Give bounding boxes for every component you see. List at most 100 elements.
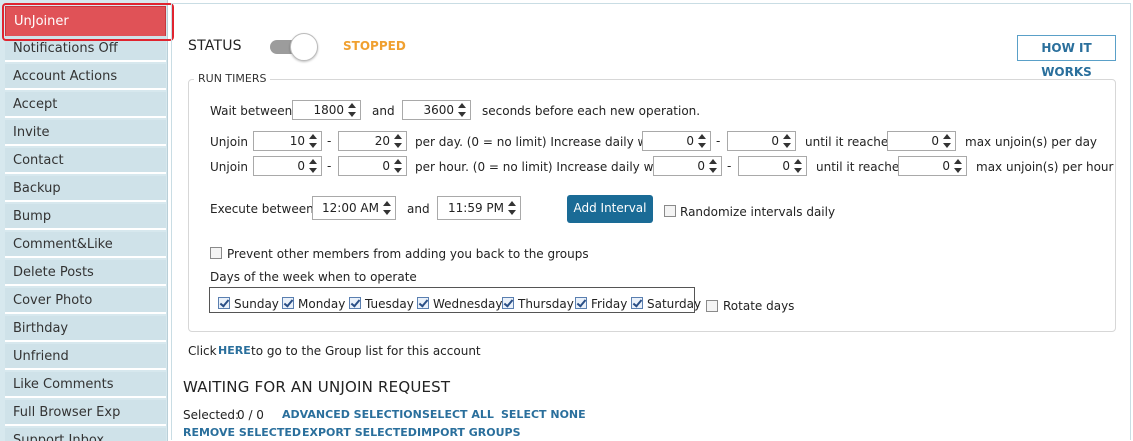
day-checkbox-monday[interactable] xyxy=(282,297,294,309)
sidebar-item-contact[interactable]: Contact xyxy=(5,148,166,174)
sidebar-item-unfriend[interactable]: Unfriend xyxy=(5,344,166,370)
how-it-works-button[interactable]: HOW IT WORKS xyxy=(1017,35,1116,79)
day-inc-min-value: 0 xyxy=(686,134,694,148)
day-suffix-label: max unjoin(s) per day xyxy=(965,135,1098,149)
sidebar-item-support-inbox[interactable]: Support Inbox xyxy=(5,428,166,441)
execute-and-label: and xyxy=(407,202,430,216)
stepper-arrows-icon[interactable] xyxy=(709,159,718,173)
stepper-arrows-icon[interactable] xyxy=(348,103,357,117)
day-until-label: until it reaches xyxy=(805,135,895,149)
day-label-thursday: Thursday xyxy=(518,297,574,311)
hour-min-stepper[interactable]: 0 xyxy=(253,156,322,176)
sidebar-item-account-actions[interactable]: Account Actions xyxy=(5,64,166,90)
group-link-suffix: to go to the Group list for this account xyxy=(251,344,481,358)
day-checkbox-sunday[interactable] xyxy=(218,297,230,309)
stepper-arrows-icon[interactable] xyxy=(943,134,952,148)
day-checkbox-wednesday[interactable] xyxy=(417,297,429,309)
sidebar-item-backup[interactable]: Backup xyxy=(5,176,166,202)
remove-selected-link[interactable]: REMOVE SELECTED xyxy=(183,426,301,439)
day-min-value: 10 xyxy=(289,134,305,148)
day-label-tuesday: Tuesday xyxy=(365,297,414,311)
sidebar-item-label: Unfriend xyxy=(13,349,69,364)
day-increase-label: per day. (0 = no limit) Increase daily w… xyxy=(415,135,664,149)
wait-suffix-label: seconds before each new operation. xyxy=(482,104,701,118)
hour-inc-max-stepper[interactable]: 0 xyxy=(738,156,807,176)
day-limit-stepper[interactable]: 0 xyxy=(887,131,956,151)
hour-min-value: 0 xyxy=(297,159,305,173)
stepper-arrows-icon[interactable] xyxy=(394,159,403,173)
sidebar-item-label: Full Browser Exp xyxy=(13,405,121,420)
stepper-arrows-icon[interactable] xyxy=(794,159,803,173)
sidebar-item-like-comments[interactable]: Like Comments xyxy=(5,372,166,398)
day-checkbox-thursday[interactable] xyxy=(502,297,514,309)
wait-max-stepper[interactable]: 3600 xyxy=(402,100,471,120)
import-groups-link[interactable]: IMPORT GROUPS xyxy=(417,426,521,439)
day-checkbox-tuesday[interactable] xyxy=(349,297,361,309)
stepper-arrows-icon[interactable] xyxy=(309,134,318,148)
select-none-link[interactable]: SELECT NONE xyxy=(501,408,586,421)
execute-end-time[interactable]: 11:59 PM xyxy=(437,196,521,220)
sidebar-item-accept[interactable]: Accept xyxy=(5,92,166,118)
hour-inc-min-value: 0 xyxy=(697,159,705,173)
prevent-readd-checkbox[interactable] xyxy=(210,247,222,259)
export-selected-link[interactable]: EXPORT SELECTED xyxy=(302,426,417,439)
days-label: Days of the week when to operate xyxy=(210,270,417,284)
stepper-arrows-icon[interactable] xyxy=(954,159,963,173)
hour-limit-value: 0 xyxy=(942,159,950,173)
advanced-selection-link[interactable]: ADVANCED SELECTION xyxy=(282,408,422,421)
day-checkbox-saturday[interactable] xyxy=(631,297,643,309)
execute-start-time[interactable]: 12:00 AM xyxy=(312,196,396,220)
status-label: STATUS xyxy=(188,38,242,54)
hour-max-stepper[interactable]: 0 xyxy=(338,156,407,176)
stepper-arrows-icon[interactable] xyxy=(508,201,517,215)
hour-limit-stepper[interactable]: 0 xyxy=(898,156,967,176)
sidebar-item-comment-like[interactable]: Comment&Like xyxy=(5,232,166,258)
stepper-arrows-icon[interactable] xyxy=(394,134,403,148)
day-inc-max-stepper[interactable]: 0 xyxy=(727,131,796,151)
randomize-checkbox[interactable] xyxy=(664,205,676,217)
sidebar-item-label: Accept xyxy=(13,97,58,112)
rotate-days-label: Rotate days xyxy=(723,299,795,313)
sidebar-item-full-browser-exp[interactable]: Full Browser Exp xyxy=(5,400,166,426)
wait-between-label: Wait between xyxy=(210,104,293,118)
sidebar-item-birthday[interactable]: Birthday xyxy=(5,316,166,342)
stepper-arrows-icon[interactable] xyxy=(783,134,792,148)
sidebar-item-label: Delete Posts xyxy=(13,265,94,280)
hour-dash: - xyxy=(327,159,332,173)
sidebar-item-cover-photo[interactable]: Cover Photo xyxy=(5,288,166,314)
day-min-stepper[interactable]: 10 xyxy=(253,131,322,151)
sidebar-item-label: Cover Photo xyxy=(13,293,93,308)
sidebar-item-label: Comment&Like xyxy=(13,237,113,252)
stepper-arrows-icon[interactable] xyxy=(383,201,392,215)
stepper-arrows-icon[interactable] xyxy=(698,134,707,148)
day-inc-max-value: 0 xyxy=(771,134,779,148)
sidebar-item-delete-posts[interactable]: Delete Posts xyxy=(5,260,166,286)
wait-min-stepper[interactable]: 1800 xyxy=(292,100,361,120)
randomize-label: Randomize intervals daily xyxy=(680,205,836,219)
day-label-saturday: Saturday xyxy=(647,297,702,311)
day-label-monday: Monday xyxy=(298,297,346,311)
group-list-link[interactable]: HERE xyxy=(218,344,251,357)
sidebar-item-label: Invite xyxy=(13,125,50,140)
run-timers-legend: RUN TIMERS xyxy=(194,72,271,85)
sidebar-item-bump[interactable]: Bump xyxy=(5,204,166,230)
day-inc-min-stepper[interactable]: 0 xyxy=(642,131,711,151)
stepper-arrows-icon[interactable] xyxy=(458,103,467,117)
sidebar-item-invite[interactable]: Invite xyxy=(5,120,166,146)
day-label-friday: Friday xyxy=(591,297,628,311)
status-value: STOPPED xyxy=(343,39,406,53)
sidebar-item-label: Backup xyxy=(13,181,61,196)
unjoin-hour-label: Unjoin xyxy=(210,160,249,174)
add-interval-button[interactable]: Add Interval xyxy=(567,195,653,223)
status-toggle[interactable] xyxy=(270,33,318,61)
hour-inc-min-stepper[interactable]: 0 xyxy=(653,156,722,176)
day-max-stepper[interactable]: 20 xyxy=(338,131,407,151)
group-link-prefix: Click xyxy=(188,344,217,358)
wait-and-label: and xyxy=(372,104,395,118)
day-checkbox-friday[interactable] xyxy=(575,297,587,309)
toggle-knob xyxy=(290,33,318,61)
day-limit-value: 0 xyxy=(931,134,939,148)
select-all-link[interactable]: SELECT ALL xyxy=(422,408,494,421)
stepper-arrows-icon[interactable] xyxy=(309,159,318,173)
rotate-days-checkbox[interactable] xyxy=(706,300,718,312)
